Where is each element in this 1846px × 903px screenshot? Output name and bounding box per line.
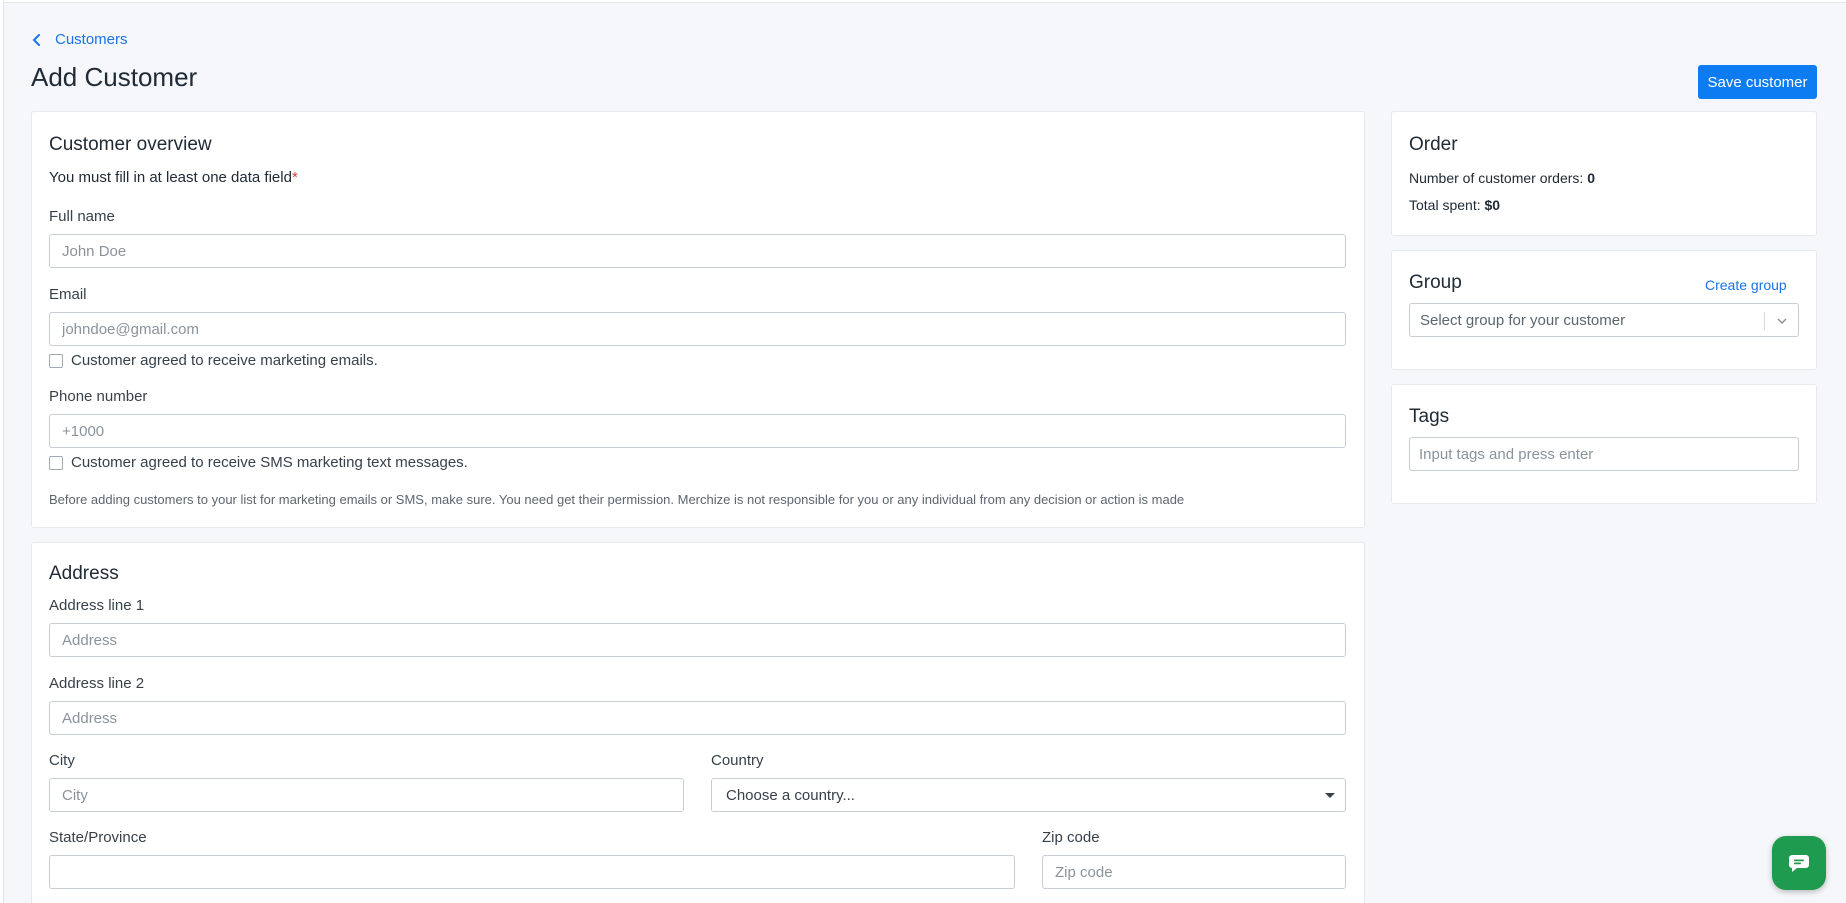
group-select-placeholder: Select group for your customer <box>1420 311 1626 329</box>
email-consent-row[interactable]: Customer agreed to receive marketing ema… <box>49 352 378 369</box>
customer-overview-card: Customer overview You must fill in at le… <box>31 111 1365 528</box>
left-border <box>0 0 4 903</box>
zip-input[interactable] <box>1042 855 1346 889</box>
sms-consent-checkbox[interactable] <box>49 455 63 470</box>
email-label: Email <box>49 286 87 303</box>
address-line2-label: Address line 2 <box>49 675 145 692</box>
order-count-label: Number of customer orders: <box>1409 170 1584 186</box>
address-card: Address Address line 1 Address line 2 Ci… <box>31 542 1365 903</box>
order-count-line: Number of customer orders: 0 <box>1409 170 1595 186</box>
chat-widget-button[interactable] <box>1772 836 1826 890</box>
tags-title: Tags <box>1409 406 1450 427</box>
requirement-text: You must fill in at least one data field… <box>49 169 298 186</box>
address-title: Address <box>49 563 119 584</box>
address-line1-label: Address line 1 <box>49 597 145 614</box>
state-input[interactable] <box>49 855 1015 889</box>
address-line1-input[interactable] <box>49 623 1346 657</box>
phone-input[interactable] <box>49 414 1346 448</box>
top-border <box>0 0 1846 3</box>
group-title: Group <box>1409 272 1462 293</box>
chat-bubble-icon <box>1789 855 1809 872</box>
breadcrumb[interactable]: Customers <box>31 31 128 48</box>
city-input[interactable] <box>49 778 684 812</box>
required-mark: * <box>291 169 298 186</box>
total-spent-value: $0 <box>1484 197 1501 213</box>
chevron-down-icon <box>1777 318 1787 325</box>
group-card: Group Create group Select group for your… <box>1391 250 1817 370</box>
breadcrumb-customers-link[interactable]: Customers <box>55 31 128 48</box>
customer-overview-title: Customer overview <box>49 134 212 155</box>
save-customer-button[interactable]: Save customer <box>1698 65 1817 99</box>
country-select[interactable]: Choose a country... <box>711 778 1346 812</box>
full-name-input[interactable] <box>49 234 1346 268</box>
order-card: Order Number of customer orders: 0 Total… <box>1391 111 1817 236</box>
tags-card: Tags <box>1391 384 1817 504</box>
sms-consent-row[interactable]: Customer agreed to receive SMS marketing… <box>49 454 468 471</box>
city-label: City <box>49 752 75 769</box>
state-label: State/Province <box>49 829 147 846</box>
select-separator <box>1764 312 1765 330</box>
create-group-link[interactable]: Create group <box>1705 277 1787 293</box>
country-selected-value: Choose a country... <box>726 786 855 804</box>
zip-label: Zip code <box>1042 829 1100 846</box>
country-label: Country <box>711 752 764 769</box>
total-spent-line: Total spent: $0 <box>1409 197 1500 213</box>
email-consent-checkbox[interactable] <box>49 353 63 368</box>
address-line2-input[interactable] <box>49 701 1346 735</box>
order-count-value: 0 <box>1587 170 1595 186</box>
total-spent-label: Total spent: <box>1409 197 1481 213</box>
sms-consent-label: Customer agreed to receive SMS marketing… <box>71 454 468 471</box>
page-title: Add Customer <box>31 62 198 92</box>
tags-input[interactable] <box>1409 437 1799 471</box>
chevron-left-icon <box>32 33 40 46</box>
full-name-label: Full name <box>49 208 115 225</box>
phone-label: Phone number <box>49 388 148 405</box>
permission-note: Before adding customers to your list for… <box>49 492 1185 507</box>
order-title: Order <box>1409 134 1458 155</box>
caret-down-icon <box>1325 793 1335 798</box>
email-input[interactable] <box>49 312 1346 346</box>
email-consent-label: Customer agreed to receive marketing ema… <box>71 352 378 369</box>
group-select[interactable]: Select group for your customer <box>1409 303 1799 337</box>
